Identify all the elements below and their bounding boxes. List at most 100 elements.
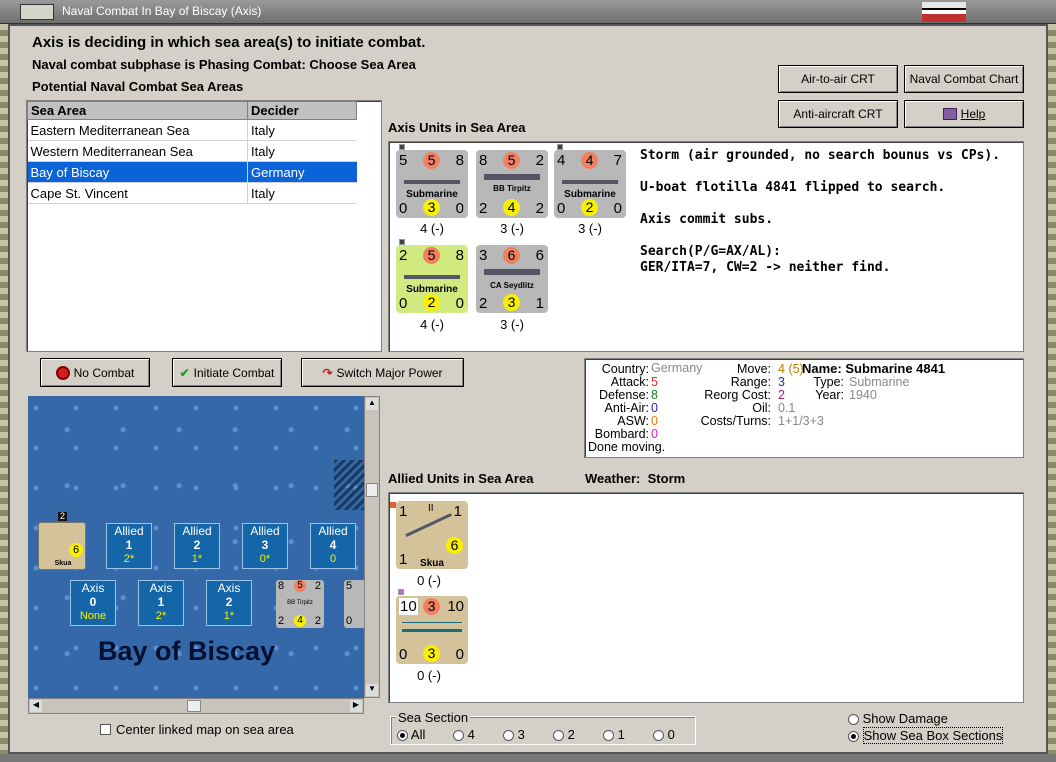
log-line: Search(P/G=AX/AL): [640,244,781,259]
axis-unit-counter[interactable]: 8 5 2 BB Tirpitz 2 4 2 [476,150,548,218]
initiate-combat-button[interactable]: ✔ Initiate Combat [172,358,282,387]
help-button[interactable]: Help [904,100,1024,128]
map-partial-counter[interactable]: 5 0 [344,580,364,628]
allied-sea-box-3[interactable]: Allied 3 0* [242,523,288,569]
ship-silhouette-icon [404,275,460,279]
box-sub: 0 [329,553,337,565]
radio-icon[interactable] [848,731,859,743]
weather-value: Storm [647,471,686,486]
sea-section-option-all[interactable]: All [397,727,453,742]
table-row-selected[interactable]: Bay of Biscay Germany [27,161,357,183]
counter-value: 5 [503,152,520,169]
option-label: 3 [517,727,525,742]
radio-icon[interactable] [553,730,564,742]
counter-value: 2 [399,247,408,264]
potential-label: Potential Naval Combat Sea Areas [32,79,244,94]
box-number: 2 [193,538,201,552]
box-number: 4 [329,538,337,552]
sea-section-option-4[interactable]: 4 [453,727,503,742]
box-number: 1 [125,538,133,552]
unit-status: 4 (-) [420,221,444,236]
no-combat-button[interactable]: No Combat [40,358,150,387]
axis-unit-counter-selected[interactable]: 2 5 8 Submarine 0 2 0 [396,245,468,313]
box-label: Axis [81,581,105,595]
counter-value: 5 [423,247,440,264]
range-label: Range: [730,375,771,389]
allied-unit-counter[interactable]: 1 II 1 6 Skua 1 [396,501,468,569]
radio-icon[interactable] [603,730,614,742]
switch-major-power-button[interactable]: ↷ Switch Major Power [301,358,464,387]
year-label: Year: [815,388,844,402]
sea-area-map[interactable]: Allied 1 2* Allied 2 1* Allied 3 0* Allied 4 0 A… [28,396,364,698]
allied-sea-box-1[interactable]: Allied 1 2* [106,523,152,569]
counter-name: Skua [54,560,72,567]
system-menu-button[interactable] [20,4,54,20]
stack-badge: 2 [58,511,67,521]
sea-section-option-3[interactable]: 3 [503,727,553,742]
map-tirpitz-counter[interactable]: 8 5 2 BB Tirpitz 2 4 2 [276,580,324,628]
column-header-decider[interactable]: Decider [247,101,357,120]
scroll-thumb[interactable] [366,483,378,497]
center-map-checkbox[interactable] [100,724,111,735]
scroll-left-icon[interactable]: ◀ [30,700,42,712]
axis-sea-box-2[interactable]: Axis 2 1* [206,580,252,626]
counter-value: 5 [346,580,353,592]
axis-unit-counter[interactable]: 5 5 8 Submarine 0 3 0 [396,150,468,218]
counter-value: 0 [399,646,408,663]
sea-section-option-2[interactable]: 2 [553,727,603,742]
axis-unit-counter[interactable]: 3 6 6 CA Seydlitz 2 3 1 [476,245,548,313]
counter-value: 8 [455,152,464,169]
box-number: 3 [261,538,269,552]
allied-unit-counter[interactable]: 10 3 10 0 3 0 [396,596,468,664]
scroll-thumb[interactable] [187,700,201,712]
map-horizontal-scrollbar[interactable]: ◀ ▶ [28,698,364,714]
axis-sea-box-1[interactable]: Axis 1 2* [138,580,184,626]
radio-icon[interactable] [453,730,464,742]
show-damage-option[interactable]: Show Damage [848,711,948,726]
map-skua-counter[interactable]: 6 Skua [38,522,86,570]
axis-sea-box-0[interactable]: Axis 0 None [70,580,116,626]
log-line: Axis commit subs. [640,212,774,227]
unit-status: 4 (-) [420,317,444,332]
show-sea-box-sections-option[interactable]: Show Sea Box Sections [848,727,1004,744]
counter-value: 6 [446,537,463,554]
counter-value: 2 [535,152,544,169]
anti-aircraft-crt-button[interactable]: Anti-aircraft CRT [778,100,898,128]
allied-sea-box-4[interactable]: Allied 4 0 [310,523,356,569]
radio-icon[interactable] [848,714,859,726]
counter-value: 1 [453,503,462,520]
radio-icon[interactable] [503,730,514,742]
table-row[interactable]: Western Mediterranean Sea Italy [27,140,357,162]
allied-sea-box-2[interactable]: Allied 2 1* [174,523,220,569]
allied-units-label: Allied Units in Sea Area [388,471,534,486]
scroll-down-icon[interactable]: ▼ [366,684,378,696]
unit-status: 0 (-) [417,573,441,588]
radio-icon[interactable] [397,730,408,742]
scroll-up-icon[interactable]: ▲ [366,398,378,410]
counter-value: 0 [346,615,353,627]
map-vertical-scrollbar[interactable]: ▲ ▼ [364,396,380,698]
axis-unit-counter[interactable]: 4 4 7 Submarine 0 2 0 [554,150,626,218]
naval-combat-chart-button[interactable]: Naval Combat Chart [904,65,1024,93]
box-sub: 1* [223,610,235,622]
radio-icon[interactable] [653,730,664,742]
option-label: 0 [667,727,675,742]
subphase-text: Naval combat subphase is Phasing Combat:… [32,57,416,72]
combat-log: Storm (air grounded, no search bounus vs… [640,148,1020,276]
window-title: Naval Combat In Bay of Biscay (Axis) [62,4,262,18]
costs-value: 1+1/3+3 [778,414,824,428]
box-sub: 2* [123,553,135,565]
air-to-air-crt-button[interactable]: Air-to-air CRT [778,65,898,93]
table-row[interactable]: Eastern Mediterranean Sea Italy [27,119,357,141]
sea-section-option-0[interactable]: 0 [653,727,693,742]
sea-section-option-1[interactable]: 1 [603,727,653,742]
counter-value: 3 [423,645,440,662]
table-row[interactable]: Cape St. Vincent Italy [27,182,357,204]
counter-value: 0 [455,646,464,663]
center-map-option[interactable]: Center linked map on sea area [100,722,294,737]
counter-value: 0 [399,295,408,312]
scroll-right-icon[interactable]: ▶ [350,700,362,712]
column-header-sea-area[interactable]: Sea Area [27,101,248,120]
counter-value: 0 [613,200,622,217]
counter-value: 6 [503,247,520,264]
